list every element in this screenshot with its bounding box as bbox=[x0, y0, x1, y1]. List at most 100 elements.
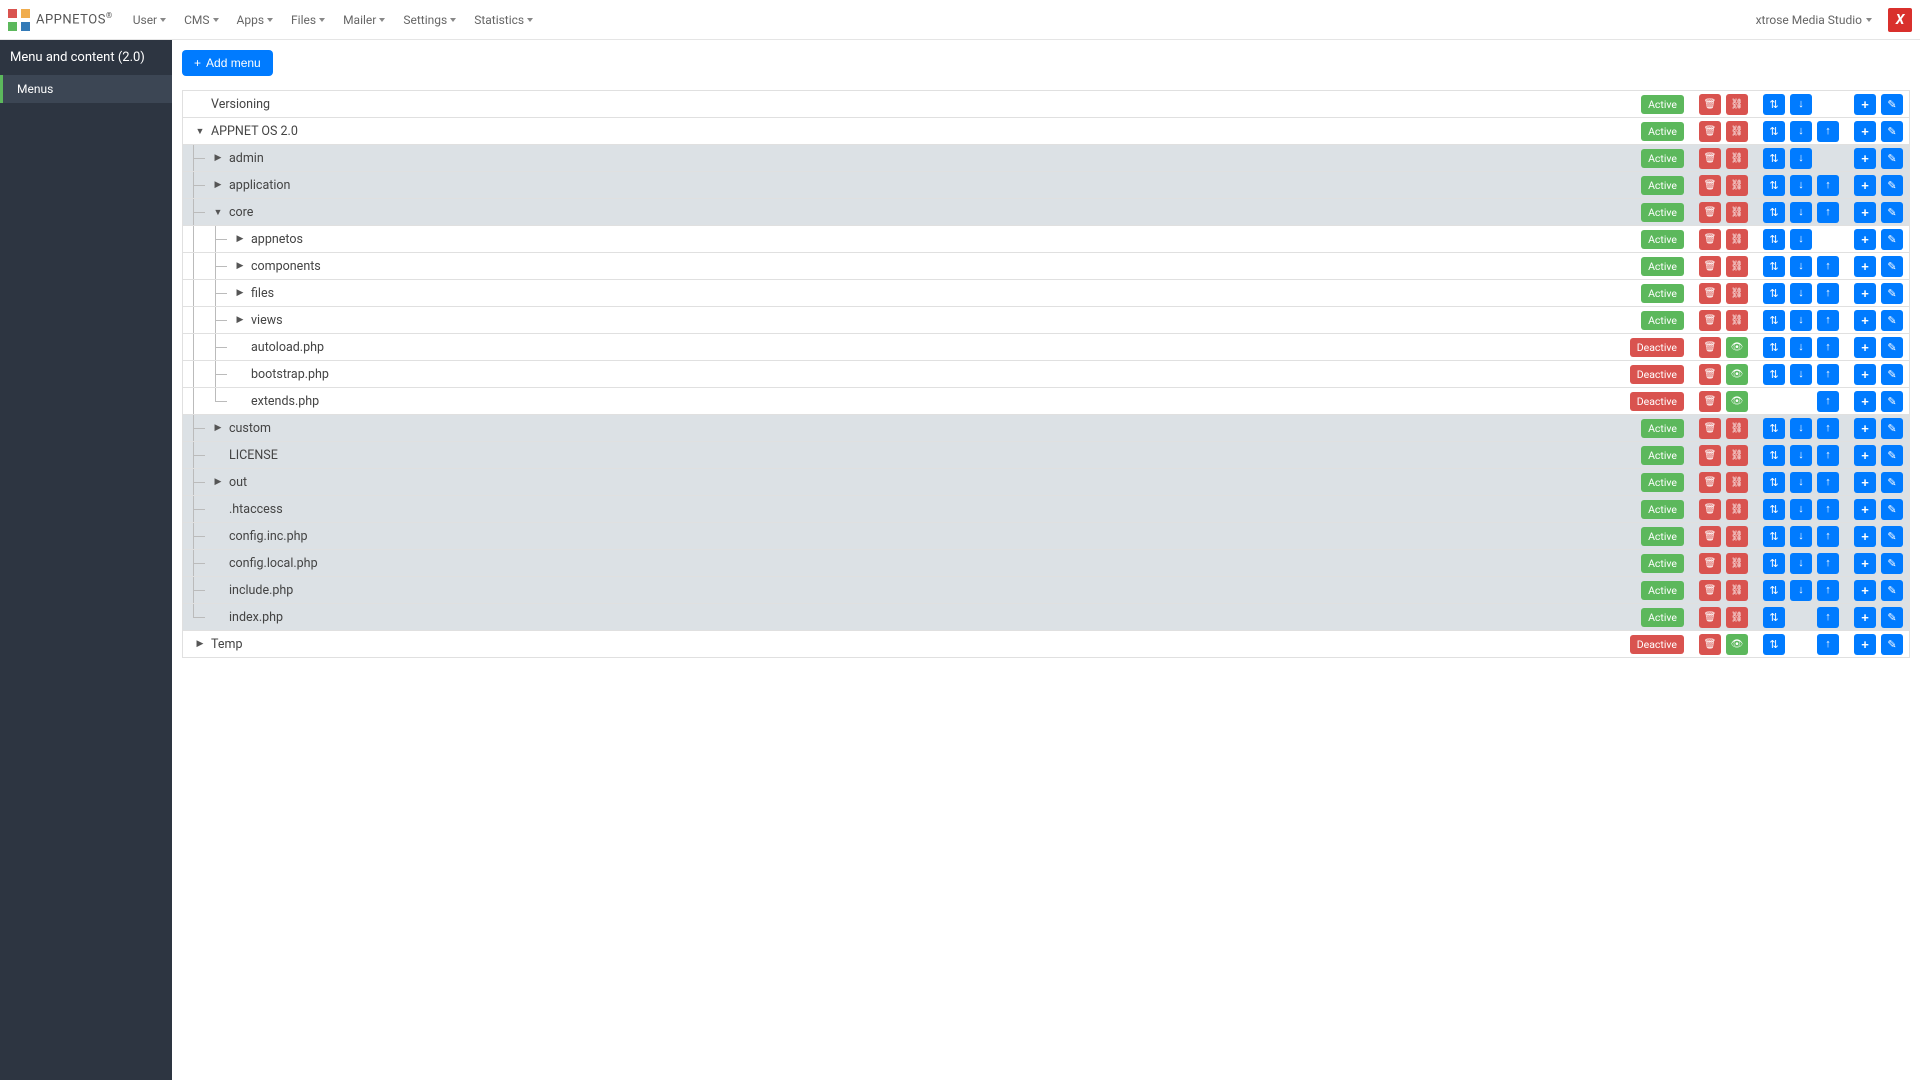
edit-button[interactable] bbox=[1881, 418, 1903, 439]
down-button[interactable] bbox=[1790, 202, 1812, 223]
add-button[interactable] bbox=[1854, 121, 1876, 142]
trash-button[interactable] bbox=[1699, 175, 1721, 196]
eye-button[interactable] bbox=[1726, 391, 1748, 412]
down-button[interactable] bbox=[1790, 94, 1812, 115]
row-label[interactable]: config.local.php bbox=[183, 550, 1641, 576]
row-label[interactable]: ▶appnetos bbox=[183, 226, 1641, 252]
add-button[interactable] bbox=[1854, 310, 1876, 331]
expand-icon[interactable]: ▶ bbox=[233, 288, 247, 298]
edit-button[interactable] bbox=[1881, 580, 1903, 601]
trash-button[interactable] bbox=[1699, 634, 1721, 655]
add-button[interactable] bbox=[1854, 364, 1876, 385]
row-label[interactable]: ▶components bbox=[183, 253, 1641, 279]
updown-button[interactable] bbox=[1763, 121, 1785, 142]
eye-button[interactable] bbox=[1726, 634, 1748, 655]
nav-settings[interactable]: Settings bbox=[395, 7, 464, 33]
trash-button[interactable] bbox=[1699, 607, 1721, 628]
down-button[interactable] bbox=[1790, 256, 1812, 277]
edit-button[interactable] bbox=[1881, 634, 1903, 655]
link-button[interactable] bbox=[1726, 229, 1748, 250]
up-button[interactable] bbox=[1817, 202, 1839, 223]
down-button[interactable] bbox=[1790, 148, 1812, 169]
down-button[interactable] bbox=[1790, 229, 1812, 250]
edit-button[interactable] bbox=[1881, 553, 1903, 574]
expand-icon[interactable]: ▶ bbox=[193, 639, 207, 649]
up-button[interactable] bbox=[1817, 121, 1839, 142]
add-button[interactable] bbox=[1854, 634, 1876, 655]
up-button[interactable] bbox=[1817, 175, 1839, 196]
edit-button[interactable] bbox=[1881, 310, 1903, 331]
expand-icon[interactable]: ▶ bbox=[211, 423, 225, 433]
link-button[interactable] bbox=[1726, 445, 1748, 466]
add-button[interactable] bbox=[1854, 499, 1876, 520]
expand-icon[interactable]: ▶ bbox=[233, 234, 247, 244]
add-button[interactable] bbox=[1854, 256, 1876, 277]
up-button[interactable] bbox=[1817, 391, 1839, 412]
add-button[interactable] bbox=[1854, 391, 1876, 412]
up-button[interactable] bbox=[1817, 526, 1839, 547]
brand-logo[interactable]: APPNETOS® bbox=[8, 9, 113, 31]
expand-icon[interactable]: ▶ bbox=[233, 315, 247, 325]
down-button[interactable] bbox=[1790, 364, 1812, 385]
add-button[interactable] bbox=[1854, 94, 1876, 115]
edit-button[interactable] bbox=[1881, 202, 1903, 223]
row-label[interactable]: ▶views bbox=[183, 307, 1641, 333]
edit-button[interactable] bbox=[1881, 148, 1903, 169]
up-button[interactable] bbox=[1817, 553, 1839, 574]
row-label[interactable]: LICENSE bbox=[183, 442, 1641, 468]
updown-button[interactable] bbox=[1763, 229, 1785, 250]
up-button[interactable] bbox=[1817, 499, 1839, 520]
trash-button[interactable] bbox=[1699, 229, 1721, 250]
row-label[interactable]: ▶out bbox=[183, 469, 1641, 495]
trash-button[interactable] bbox=[1699, 283, 1721, 304]
up-button[interactable] bbox=[1817, 337, 1839, 358]
updown-button[interactable] bbox=[1763, 445, 1785, 466]
add-button[interactable] bbox=[1854, 337, 1876, 358]
row-label[interactable]: ▶application bbox=[183, 172, 1641, 198]
edit-button[interactable] bbox=[1881, 526, 1903, 547]
user-menu[interactable]: xtrose Media Studio bbox=[1746, 7, 1882, 33]
up-button[interactable] bbox=[1817, 418, 1839, 439]
updown-button[interactable] bbox=[1763, 634, 1785, 655]
down-button[interactable] bbox=[1790, 445, 1812, 466]
updown-button[interactable] bbox=[1763, 607, 1785, 628]
down-button[interactable] bbox=[1790, 553, 1812, 574]
edit-button[interactable] bbox=[1881, 94, 1903, 115]
nav-cms[interactable]: CMS bbox=[176, 7, 226, 33]
trash-button[interactable] bbox=[1699, 202, 1721, 223]
updown-button[interactable] bbox=[1763, 337, 1785, 358]
expand-icon[interactable]: ▶ bbox=[211, 477, 225, 487]
nav-files[interactable]: Files bbox=[283, 7, 333, 33]
add-button[interactable] bbox=[1854, 418, 1876, 439]
edit-button[interactable] bbox=[1881, 121, 1903, 142]
row-label[interactable]: bootstrap.php bbox=[183, 361, 1630, 387]
edit-button[interactable] bbox=[1881, 256, 1903, 277]
add-button[interactable] bbox=[1854, 472, 1876, 493]
edit-button[interactable] bbox=[1881, 337, 1903, 358]
updown-button[interactable] bbox=[1763, 499, 1785, 520]
link-button[interactable] bbox=[1726, 175, 1748, 196]
down-button[interactable] bbox=[1790, 526, 1812, 547]
expand-icon[interactable]: ▶ bbox=[211, 153, 225, 163]
expand-icon[interactable]: ▶ bbox=[233, 261, 247, 271]
trash-button[interactable] bbox=[1699, 256, 1721, 277]
edit-button[interactable] bbox=[1881, 229, 1903, 250]
down-button[interactable] bbox=[1790, 499, 1812, 520]
add-button[interactable] bbox=[1854, 445, 1876, 466]
edit-button[interactable] bbox=[1881, 445, 1903, 466]
down-button[interactable] bbox=[1790, 175, 1812, 196]
updown-button[interactable] bbox=[1763, 580, 1785, 601]
updown-button[interactable] bbox=[1763, 472, 1785, 493]
sidebar-item-menus[interactable]: Menus bbox=[0, 75, 172, 103]
link-button[interactable] bbox=[1726, 607, 1748, 628]
collapse-icon[interactable]: ▼ bbox=[193, 126, 207, 137]
add-button[interactable] bbox=[1854, 607, 1876, 628]
edit-button[interactable] bbox=[1881, 472, 1903, 493]
link-button[interactable] bbox=[1726, 148, 1748, 169]
trash-button[interactable] bbox=[1699, 364, 1721, 385]
link-button[interactable] bbox=[1726, 526, 1748, 547]
trash-button[interactable] bbox=[1699, 445, 1721, 466]
add-button[interactable] bbox=[1854, 553, 1876, 574]
down-button[interactable] bbox=[1790, 121, 1812, 142]
up-button[interactable] bbox=[1817, 607, 1839, 628]
